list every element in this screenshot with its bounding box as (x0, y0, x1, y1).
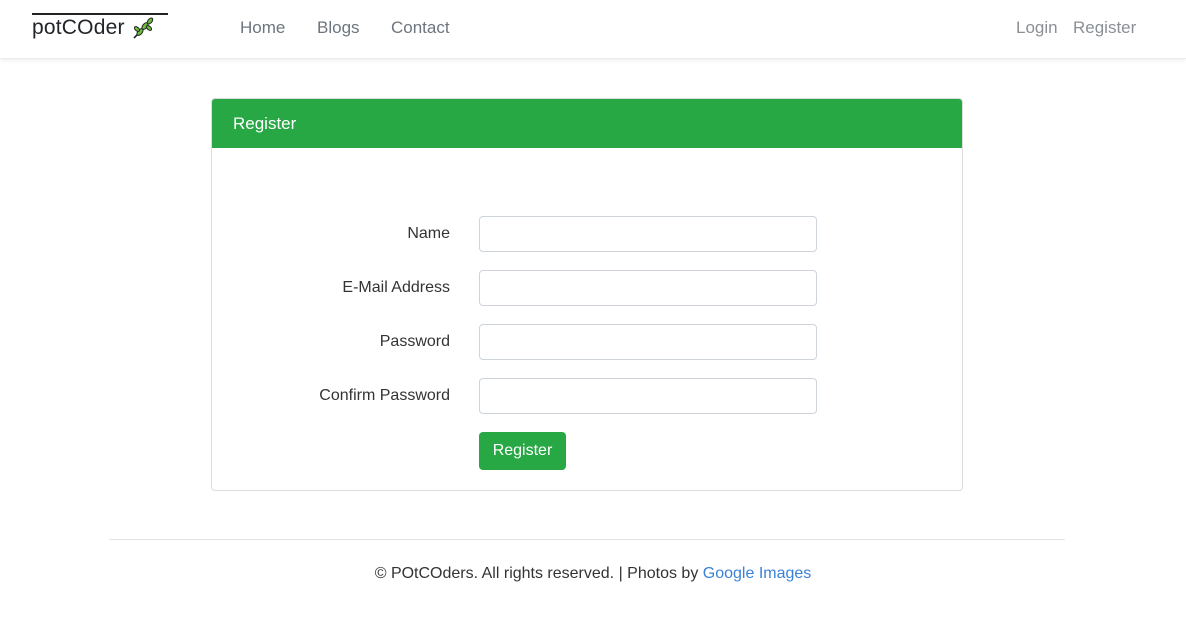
top-navbar: potCOder Home Blogs Contact Login Regist… (0, 0, 1186, 59)
card-title: Register (212, 99, 962, 148)
confirm-password-input[interactable] (479, 378, 817, 414)
brand-underline (32, 13, 168, 15)
confirm-password-label: Confirm Password (319, 387, 450, 404)
confirm-password-row: Confirm Password (212, 378, 962, 416)
google-images-link[interactable]: Google Images (703, 565, 812, 582)
password-label: Password (379, 333, 450, 350)
footer-divider (109, 539, 1065, 540)
nav-blogs-link[interactable]: Blogs (317, 18, 360, 38)
nav-login-link[interactable]: Login (1016, 18, 1058, 38)
nav-contact-link[interactable]: Contact (391, 18, 450, 38)
password-input[interactable] (479, 324, 817, 360)
brand-logo[interactable]: potCOder (32, 13, 168, 43)
name-row: Name (212, 216, 962, 254)
name-input[interactable] (479, 216, 817, 252)
footer: © POtCOders. All rights reserved. | Phot… (0, 565, 1186, 583)
password-row: Password (212, 324, 962, 362)
footer-text: © POtCOders. All rights reserved. | Phot… (374, 565, 699, 582)
email-row: E-Mail Address (212, 270, 962, 308)
leaf-icon (133, 17, 153, 39)
brand-name: potCOder (32, 16, 125, 39)
email-input[interactable] (479, 270, 817, 306)
nav-register-link[interactable]: Register (1073, 18, 1136, 38)
nav-home-link[interactable]: Home (240, 18, 285, 38)
name-label: Name (407, 225, 450, 242)
register-card: Register Name E-Mail Address Password Co… (211, 98, 963, 491)
register-button[interactable]: Register (479, 432, 566, 470)
email-label: E-Mail Address (342, 279, 450, 296)
